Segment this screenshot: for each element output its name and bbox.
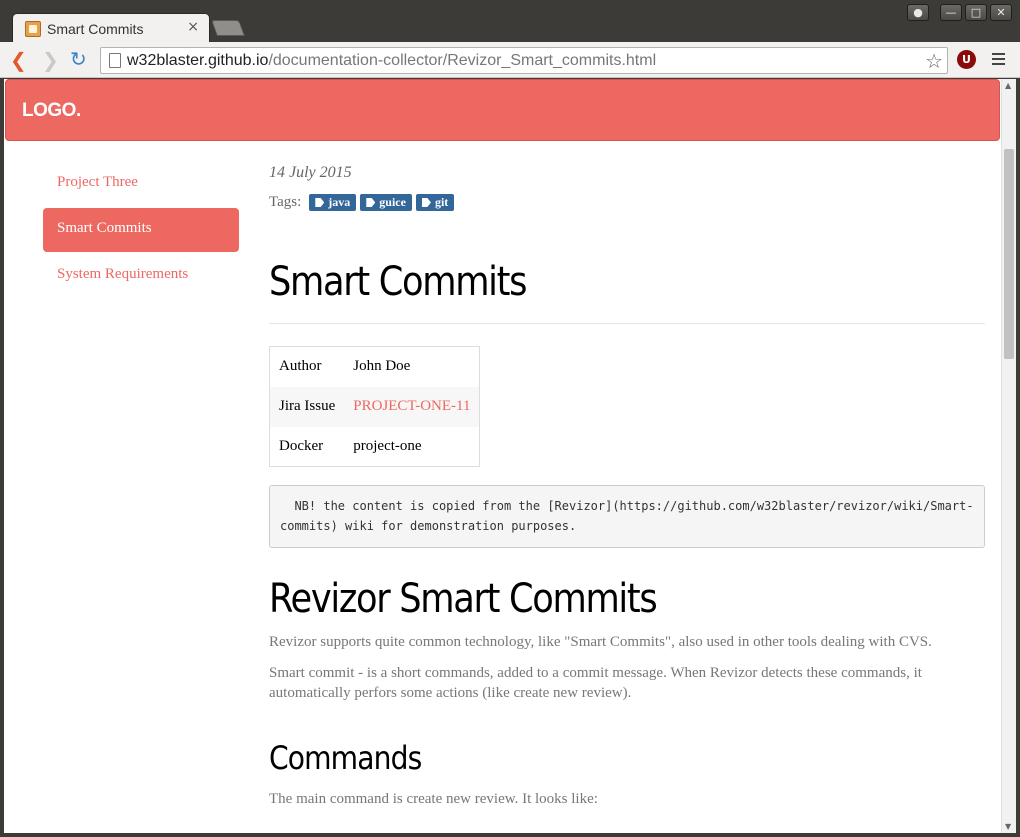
table-row: Jira Issue PROJECT-ONE-11: [269, 386, 480, 427]
minimize-icon[interactable]: —: [940, 4, 962, 21]
tag-list: Tags: java guice git: [269, 194, 985, 211]
meta-key: Docker: [279, 437, 324, 454]
ublock-extension-icon[interactable]: U: [957, 50, 976, 69]
reload-icon[interactable]: ↻: [70, 47, 87, 71]
post-date: 14 July 2015: [269, 164, 352, 181]
page-viewport: LOGO. Project Three Smart Commits System…: [4, 79, 1016, 833]
tag-git[interactable]: git: [415, 194, 455, 211]
meta-value: John Doe: [353, 358, 411, 375]
meta-value: project-one: [353, 437, 422, 454]
scroll-up-icon[interactable]: ▲: [1005, 81, 1011, 90]
forward-arrow-icon[interactable]: ❯: [42, 48, 59, 72]
paragraph: Revizor supports quite common technology…: [269, 634, 932, 650]
close-window-icon[interactable]: ✕: [990, 4, 1012, 21]
meta-table: Author John Doe Jira Issue PROJECT-ONE-1…: [269, 346, 481, 467]
tag-icon: [421, 198, 431, 207]
jira-issue-link[interactable]: PROJECT-ONE-11: [353, 398, 470, 414]
meta-key: Author: [279, 358, 322, 375]
tag-guice[interactable]: guice: [360, 194, 412, 211]
tag-icon: [315, 198, 325, 207]
new-tab-button[interactable]: [211, 20, 245, 36]
sidebar-nav: Project Three Smart Commits System Requi…: [43, 162, 239, 300]
article-content: 14 July 2015 Tags: java guice git Smart …: [269, 159, 985, 808]
paragraph: Smart commit - is a short commands, adde…: [269, 665, 922, 701]
sidebar-item-system-requirements[interactable]: System Requirements: [43, 254, 239, 298]
browser-titlebar: Smart Commits × ● — □ ✕: [0, 0, 1020, 42]
tag-java[interactable]: java: [309, 194, 357, 211]
bookmark-star-icon[interactable]: ☆: [925, 49, 943, 73]
paragraph: The main command is create new review. I…: [269, 791, 598, 807]
page-title: Smart Commits: [269, 259, 527, 305]
tab-title: Smart Commits: [47, 21, 144, 37]
meta-key: Jira Issue: [269, 386, 345, 427]
table-row: Docker project-one: [270, 427, 480, 467]
user-profile-icon[interactable]: ●: [907, 4, 929, 21]
maximize-icon[interactable]: □: [965, 4, 987, 21]
browser-menu-icon[interactable]: [992, 53, 1005, 68]
tag-icon: [366, 198, 376, 207]
page-icon: [109, 53, 121, 68]
browser-tab-active[interactable]: Smart Commits ×: [12, 13, 210, 42]
tags-label: Tags:: [269, 194, 302, 210]
scroll-down-icon[interactable]: ▼: [1005, 822, 1011, 831]
site-logo[interactable]: LOGO.: [22, 100, 81, 122]
scroll-thumb[interactable]: [1004, 149, 1014, 359]
back-arrow-icon[interactable]: ❮: [10, 48, 27, 72]
address-bar[interactable]: w32blaster.github.io/documentation-colle…: [100, 47, 948, 74]
tab-close-icon[interactable]: ×: [187, 19, 199, 35]
table-row: Author John Doe: [270, 347, 480, 387]
site-navbar: LOGO.: [5, 79, 1000, 141]
vertical-scrollbar[interactable]: ▲ ▼: [1001, 79, 1016, 833]
page-favicon-icon: [25, 21, 41, 37]
title-divider: [269, 323, 985, 324]
subsection-heading: Commands: [269, 739, 422, 777]
window-controls: ● — □ ✕: [907, 4, 1012, 21]
url-text[interactable]: w32blaster.github.io/documentation-colle…: [127, 52, 656, 70]
browser-toolbar: ❮ ❯ ↻ w32blaster.github.io/documentation…: [0, 42, 1020, 78]
sidebar-item-project-three[interactable]: Project Three: [43, 162, 239, 206]
section-heading: Revizor Smart Commits: [269, 576, 658, 622]
sidebar-item-smart-commits[interactable]: Smart Commits: [43, 208, 239, 252]
code-note: NB! the content is copied from the [Revi…: [269, 485, 985, 548]
